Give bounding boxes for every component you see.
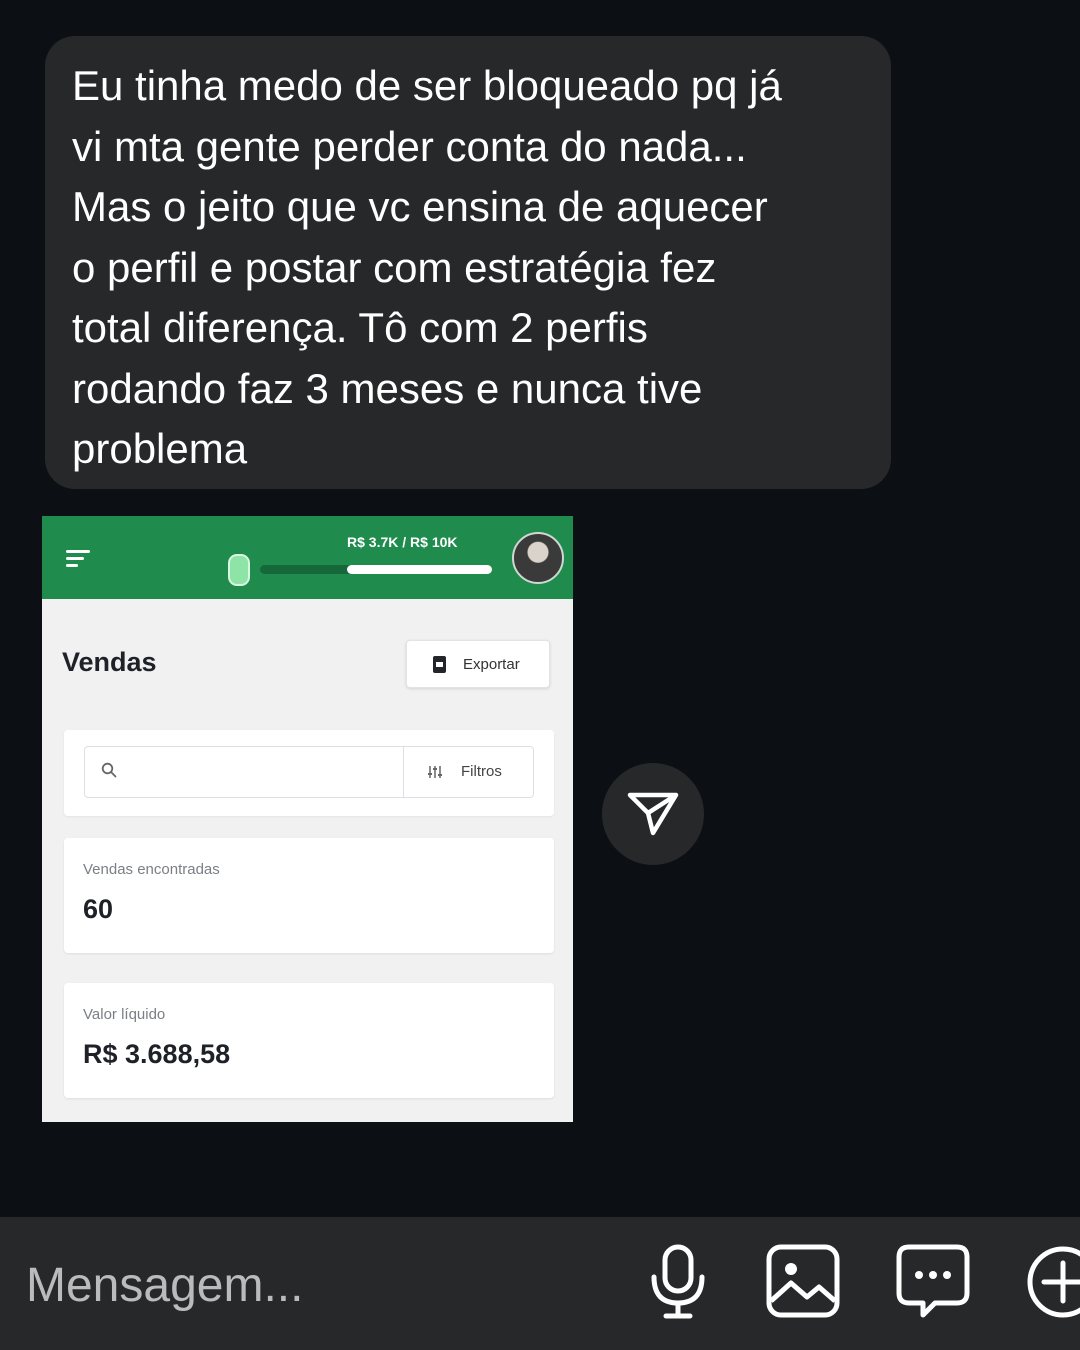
- avatar: [512, 532, 564, 584]
- filter-label: Filtros: [461, 763, 502, 780]
- add-icon[interactable]: [1025, 1243, 1080, 1321]
- sticker-icon[interactable]: [895, 1243, 971, 1321]
- message-text: Eu tinha medo de ser bloqueado pq já vi …: [72, 62, 782, 472]
- stat-card-sales-count: Vendas encontradas 60: [64, 838, 554, 953]
- filter-icon: [428, 766, 442, 778]
- search-icon: [101, 762, 117, 778]
- export-button: Exportar: [406, 640, 550, 688]
- stat-value: R$ 3.688,58: [83, 1039, 231, 1069]
- page-title: Vendas: [62, 647, 157, 677]
- message-bubble[interactable]: Eu tinha medo de ser bloqueado pq já vi …: [45, 36, 891, 489]
- microphone-icon[interactable]: [648, 1243, 708, 1321]
- gallery-icon[interactable]: [765, 1243, 841, 1319]
- filter-divider: [403, 747, 404, 797]
- share-button[interactable]: [602, 763, 704, 865]
- menu-icon: [66, 550, 90, 568]
- document-icon: [433, 656, 446, 673]
- stat-label: Valor líquido: [83, 1006, 166, 1023]
- stat-value: 60: [83, 894, 114, 924]
- stat-card-net-value: Valor líquido R$ 3.688,58: [64, 983, 554, 1098]
- message-composer: [0, 1217, 1080, 1350]
- shared-screenshot[interactable]: R$ 3.7K / R$ 10K Vendas Exportar Filtros: [42, 516, 573, 1122]
- search-card: Filtros: [64, 730, 554, 816]
- stat-label: Vendas encontradas: [83, 861, 220, 878]
- export-label: Exportar: [463, 656, 520, 673]
- goal-label: R$ 3.7K / R$ 10K: [347, 534, 458, 550]
- send-icon: [627, 792, 679, 836]
- goal-progress-fill: [347, 565, 492, 574]
- app-header: R$ 3.7K / R$ 10K: [42, 516, 573, 599]
- message-input[interactable]: [24, 1251, 588, 1319]
- search-input: [129, 757, 403, 789]
- search-box: Filtros: [84, 746, 534, 798]
- pill-icon: [228, 554, 250, 586]
